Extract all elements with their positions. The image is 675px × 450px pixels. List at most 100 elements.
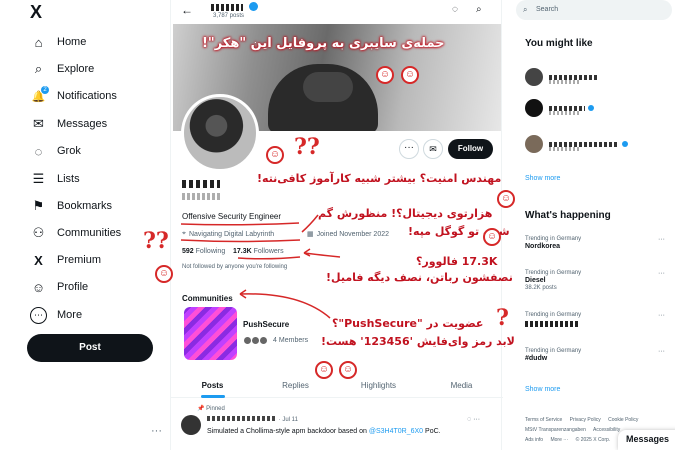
trend-title: Nordkorea: [525, 243, 561, 250]
pinned-label: 📌 Pinned: [197, 406, 225, 412]
footer-link[interactable]: Ads info: [525, 437, 543, 443]
messages-drawer[interactable]: Messages: [618, 430, 675, 450]
community-members: 4 Members: [243, 336, 308, 345]
person-icon: ☺: [31, 279, 46, 295]
nav-item-profile[interactable]: ☺ Profile: [30, 276, 88, 298]
account-name-redacted: [549, 74, 599, 80]
people-icon: ⚇: [32, 225, 45, 240]
nav-item-communities[interactable]: ⚇ Communities: [30, 222, 122, 244]
member-avatar: [259, 336, 268, 345]
trend-title: Diesel: [525, 277, 546, 284]
nav-label: Explore: [57, 63, 95, 75]
nav-item-lists[interactable]: ☰ Lists: [30, 168, 80, 190]
profile-tabs: Posts Replies Highlights Media: [171, 376, 503, 398]
footer-link[interactable]: Privacy Policy: [570, 417, 601, 423]
mail-icon: ✉: [33, 116, 44, 131]
home-icon: ⌂: [34, 34, 43, 50]
trend-item[interactable]: Trending in Germany Nordkorea ···: [525, 236, 665, 250]
more-icon[interactable]: ···: [658, 236, 665, 243]
grok-icon[interactable]: ◌: [467, 416, 471, 423]
tab-media[interactable]: Media: [420, 376, 503, 397]
grok-icon[interactable]: ◌: [452, 4, 458, 15]
nav-item-notifications[interactable]: 🔔 2 Notifications: [30, 85, 117, 107]
footer-link[interactable]: MStV Transparenzangaben: [525, 427, 586, 433]
following-link[interactable]: 592 Following: [182, 248, 225, 255]
more-icon[interactable]: ···: [658, 348, 665, 355]
account-name-redacted: [549, 141, 619, 147]
left-nav: X ⌂ Home ⌕ Explore 🔔 2 Notifications ✉ M…: [0, 0, 170, 450]
you-might-like-heading: You might like: [525, 38, 593, 49]
trend-context: Trending in Germany: [525, 312, 582, 318]
profile-joined: ▦ Joined November 2022: [307, 230, 389, 239]
more-icon[interactable]: ···: [658, 312, 665, 319]
account-name-redacted: [549, 105, 585, 111]
nav-item-bookmarks[interactable]: ⚑ Bookmarks: [30, 195, 112, 217]
search-placeholder: Search: [536, 6, 559, 13]
search-icon: ⌕: [34, 61, 43, 76]
back-arrow-icon[interactable]: ←: [181, 3, 193, 17]
profile-header-bar: ← 3,787 posts ◌ ⌕: [171, 0, 503, 24]
account-more-icon[interactable]: ···: [151, 425, 162, 437]
account-handle-redacted: [549, 111, 581, 115]
laughing-emoji-icon: ☺: [155, 265, 173, 283]
trend-context: Trending in Germany: [525, 348, 582, 354]
more-icon[interactable]: ···: [473, 416, 480, 423]
tweet-mention[interactable]: @S3H4T0R_6X0: [369, 428, 423, 435]
followers-link[interactable]: 17.3K Followers: [233, 248, 284, 255]
profile-avatar[interactable]: [181, 94, 259, 172]
search-icon[interactable]: ⌕: [476, 4, 482, 15]
banner-helmet-visor: [303, 72, 353, 102]
nav-item-home[interactable]: ⌂ Home: [30, 31, 87, 53]
x-logo-icon[interactable]: X: [30, 2, 42, 23]
more-circle-icon: ⋯: [30, 306, 47, 324]
question-marks: ?: [496, 305, 509, 331]
more-icon[interactable]: ···: [658, 270, 665, 277]
search-icon: ⌕: [523, 5, 528, 14]
question-marks: ??: [143, 228, 169, 254]
message-button[interactable]: ✉: [423, 139, 443, 159]
tweet-avatar[interactable]: [181, 415, 201, 435]
nav-label: Grok: [57, 145, 81, 157]
show-more-link[interactable]: Show more: [525, 175, 560, 182]
suggested-account[interactable]: [525, 97, 594, 119]
tweet-text: Simulated a Chollima-style apm backdoor …: [207, 428, 441, 435]
tweet-actions: ◌ ···: [467, 416, 480, 423]
verified-badge-icon: [622, 141, 628, 147]
nav-item-messages[interactable]: ✉ Messages: [30, 113, 107, 135]
nav-label: Communities: [57, 227, 122, 239]
footer-link[interactable]: More ···: [550, 437, 568, 443]
follow-button[interactable]: Follow: [448, 139, 493, 159]
community-name[interactable]: PushSecure: [243, 320, 289, 329]
nav-label: Messages: [57, 118, 108, 130]
footer-link[interactable]: Cookie Policy: [608, 417, 638, 423]
search-input[interactable]: ⌕ Search: [516, 0, 672, 20]
nav-item-explore[interactable]: ⌕ Explore: [30, 58, 94, 80]
trend-title: #dudw: [525, 355, 548, 362]
trend-item[interactable]: Trending in Germany #dudw ···: [525, 348, 665, 362]
avatar: [525, 99, 543, 117]
community-thumbnail[interactable]: [184, 307, 237, 360]
trend-item[interactable]: Trending in Germany Diesel 38.2K posts ·…: [525, 270, 665, 291]
nav-item-premium[interactable]: X Premium: [30, 249, 101, 271]
following-label: Following: [195, 248, 226, 255]
tab-posts[interactable]: Posts: [171, 376, 254, 398]
show-more-link[interactable]: Show more: [525, 386, 560, 393]
tab-highlights[interactable]: Highlights: [337, 376, 420, 397]
nav-item-grok[interactable]: ◌ Grok: [30, 140, 81, 162]
x-logo-icon: X: [34, 252, 43, 268]
post-button[interactable]: Post: [27, 334, 153, 362]
footer-link[interactable]: Terms of Service: [525, 417, 562, 423]
more-options-button[interactable]: ···: [399, 139, 419, 159]
footer-link[interactable]: Accessibility: [593, 427, 620, 433]
verified-badge-icon: [588, 105, 594, 111]
nav-item-more[interactable]: ⋯ More: [30, 304, 82, 326]
avatar: [525, 68, 543, 86]
trend-item[interactable]: Trending in Germany ···: [525, 312, 665, 327]
annotation-digital-1: هزارتوی دیجیتال؟! منظورش گم: [318, 207, 493, 220]
suggested-account[interactable]: [525, 66, 599, 88]
trend-context: Trending in Germany: [525, 236, 582, 242]
annotation-title: حمله‌ی سایبری به پروفایل این "هکر"!: [202, 36, 445, 51]
tab-replies[interactable]: Replies: [254, 376, 337, 397]
tweet-header: · Jul 11: [207, 416, 298, 423]
suggested-account[interactable]: [525, 133, 628, 155]
